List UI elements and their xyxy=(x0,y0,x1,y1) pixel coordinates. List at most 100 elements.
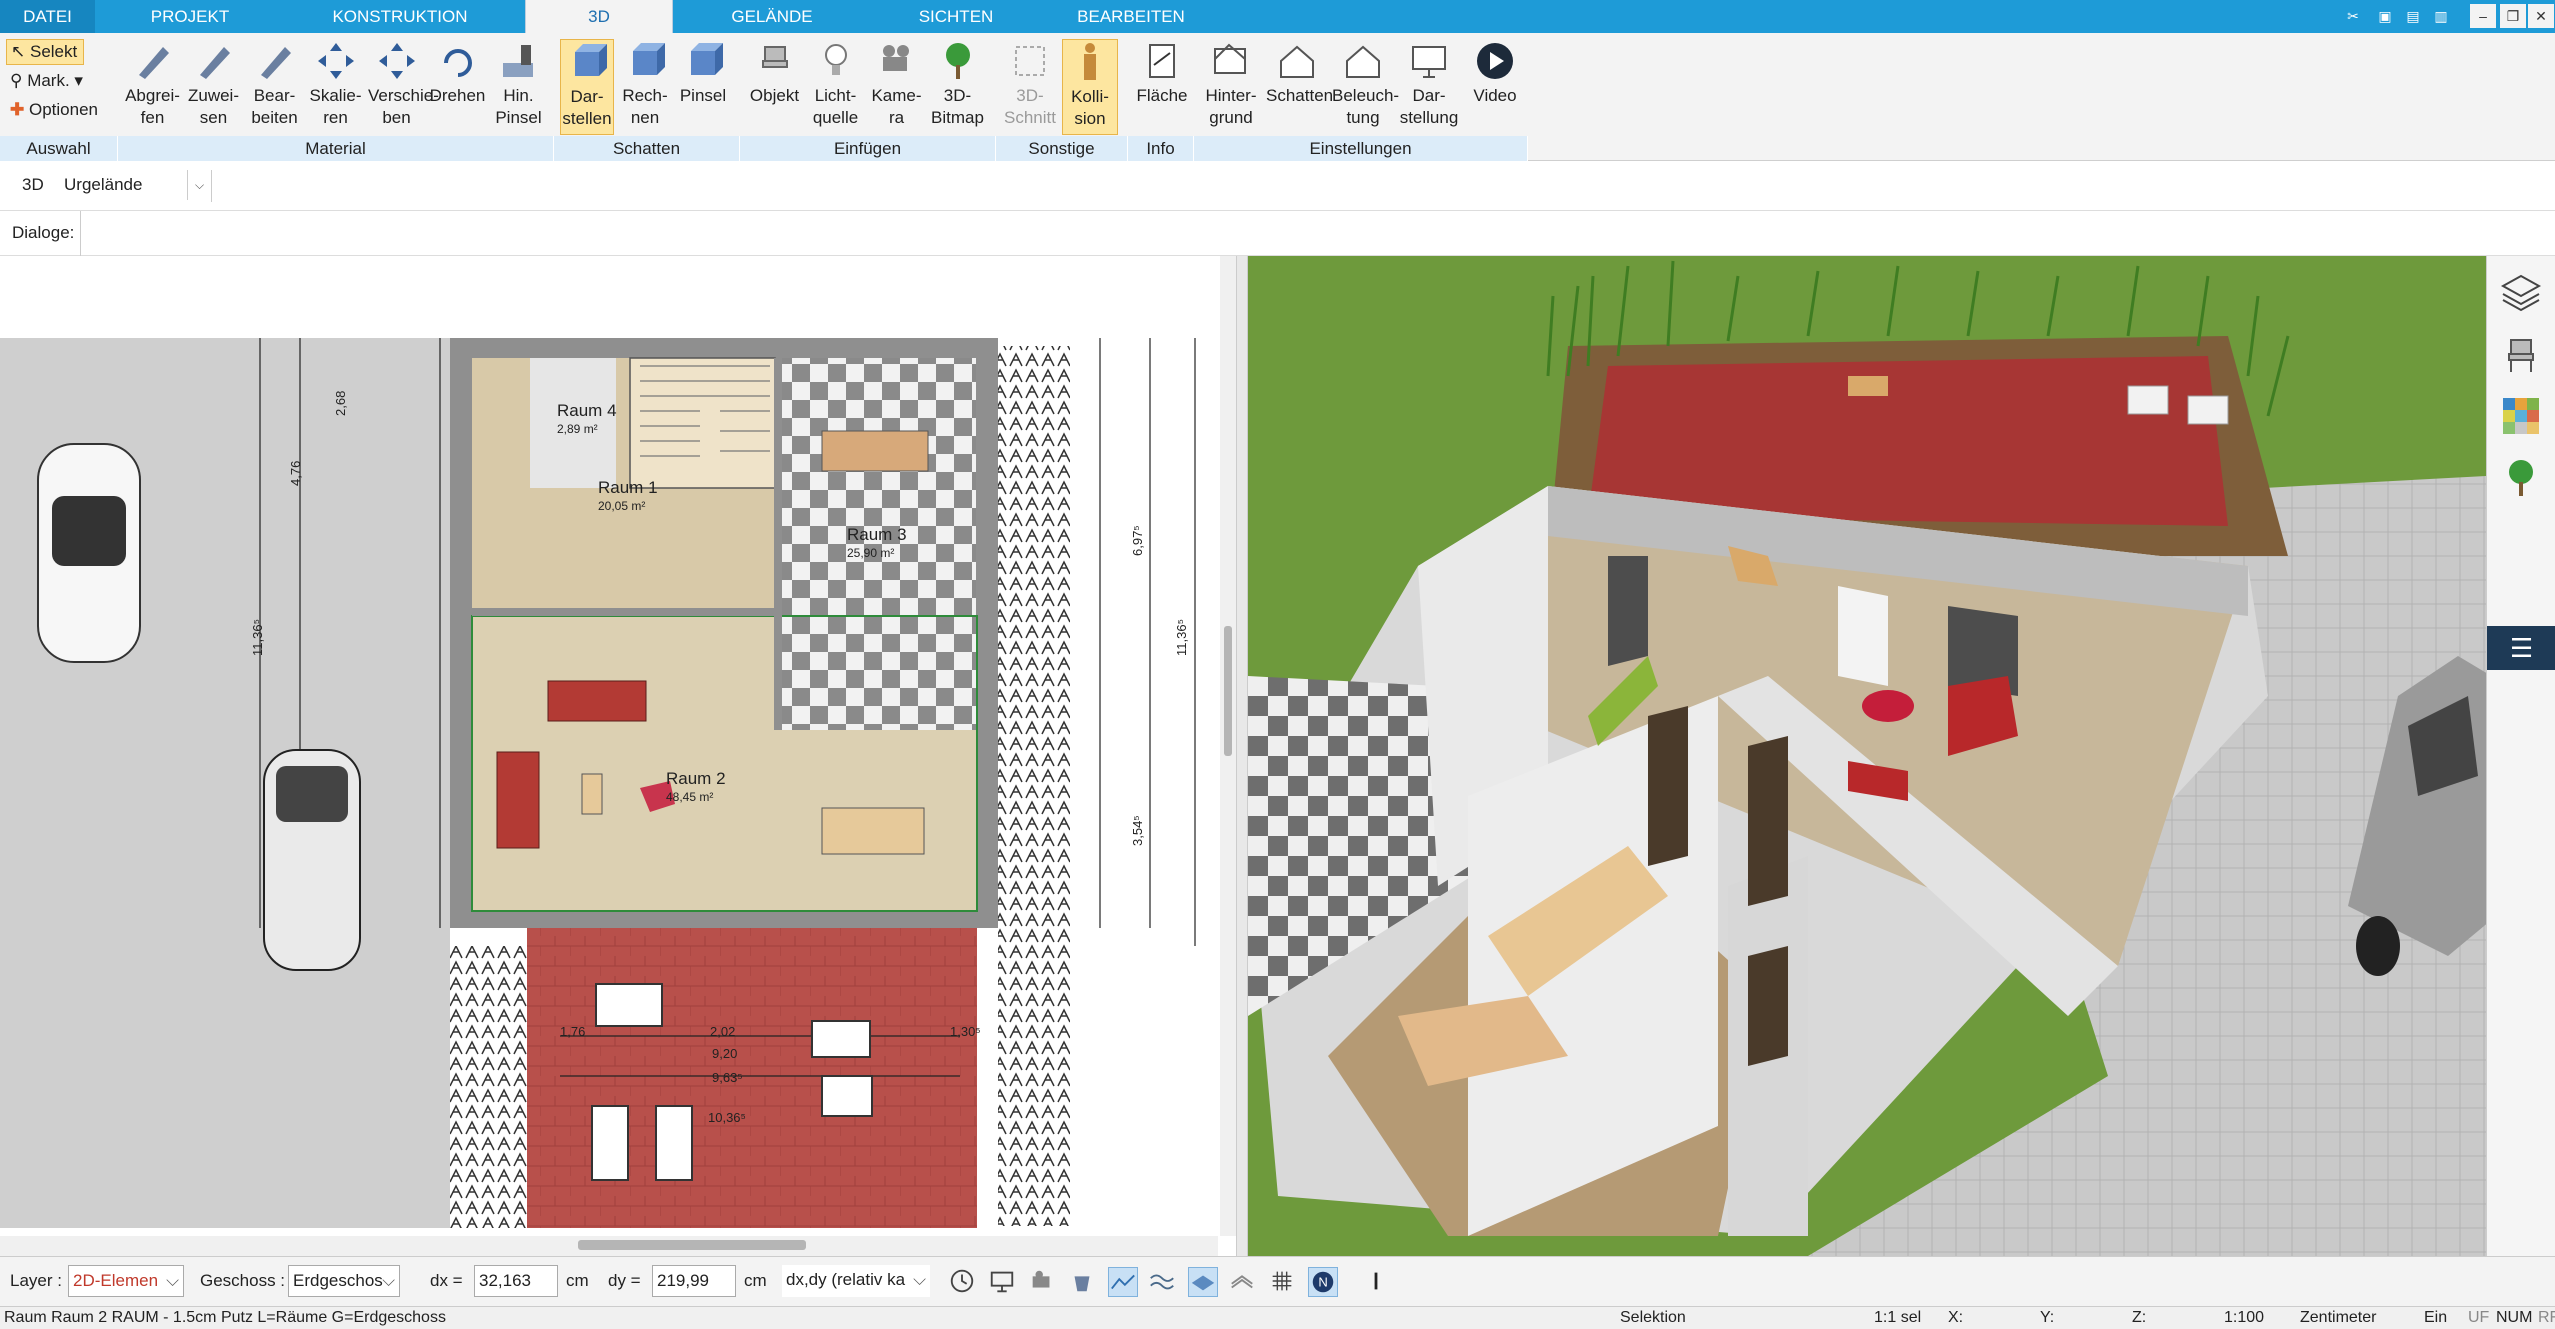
optionen-button[interactable]: ✚ Optionen xyxy=(10,97,98,123)
selekt-button[interactable]: ↖ Selekt xyxy=(6,39,84,65)
dimension-label: 9,63⁵ xyxy=(712,1070,743,1085)
scrollbar-thumb[interactable] xyxy=(578,1240,806,1250)
selekt-label: Selekt xyxy=(29,42,78,61)
dialog-bar: Dialoge: xyxy=(0,211,2555,256)
svg-text:N: N xyxy=(1318,1275,1327,1290)
package-icon[interactable]: ▣ xyxy=(2372,4,2398,28)
bearbeiten-button[interactable]: Bear-beiten xyxy=(246,39,303,135)
tools-icon[interactable]: ✂ xyxy=(2340,4,2366,28)
zuweisen-button[interactable]: Zuwei-sen xyxy=(185,39,242,135)
inner-wall xyxy=(472,608,777,616)
verschieben-button[interactable]: Verschie-ben xyxy=(368,39,439,135)
view-mode-label: 3D xyxy=(22,175,44,194)
house-icon xyxy=(1346,45,1380,78)
kamera-button[interactable]: Kame-ra xyxy=(868,39,925,135)
beleuchtung-button[interactable]: Beleuch-tung xyxy=(1332,39,1400,135)
hin-pinsel-button[interactable]: Hin. Pinsel xyxy=(490,39,547,135)
rechnen-button[interactable]: Rech-nen xyxy=(618,39,672,135)
chair-icon[interactable] xyxy=(2499,332,2543,376)
north-icon[interactable]: N xyxy=(1308,1267,1338,1297)
pen-icon xyxy=(199,47,230,79)
hatch-icon[interactable] xyxy=(1228,1267,1258,1297)
button-label: Beleuch- xyxy=(1332,86,1400,105)
restore-button[interactable]: ❐ xyxy=(2500,4,2526,28)
minimize-button[interactable]: – xyxy=(2470,4,2496,28)
menu-bar: DATEI PROJEKT KONSTRUKTION 3D GELÄNDE SI… xyxy=(0,0,2555,33)
terrain-select[interactable]: Urgelände ⌵ xyxy=(56,170,212,202)
group-label-schatten: Schatten xyxy=(554,136,740,161)
close-button[interactable]: ✕ xyxy=(2528,4,2554,28)
tab-bearbeiten[interactable]: BEARBEITEN xyxy=(1041,0,1221,33)
status-uf: UF xyxy=(2468,1309,2490,1326)
plane-icon[interactable] xyxy=(1188,1267,1218,1297)
objekt-button[interactable]: Objekt xyxy=(746,39,803,135)
lichtquelle-button[interactable]: Licht-quelle xyxy=(807,39,864,135)
tree-icon[interactable] xyxy=(2499,456,2543,500)
cursor-icon: ↖ xyxy=(11,42,26,61)
materials-icon[interactable] xyxy=(2499,394,2543,438)
coord-mode-select[interactable]: dx,dy (relativ ka ⌵ xyxy=(782,1265,930,1297)
terrace xyxy=(527,928,977,1228)
bottom-toolbar: Layer : 2D-Elemen ⌵ Geschoss : Erdgeschos… xyxy=(0,1256,2555,1306)
save-icon[interactable]: ▥ xyxy=(2428,4,2454,28)
3d-schnitt-button[interactable]: 3D- Schnitt xyxy=(1002,39,1058,135)
camera-icon[interactable] xyxy=(1028,1267,1058,1297)
geschoss-label: Geschoss : xyxy=(200,1271,286,1290)
dy-input[interactable]: 219,99 xyxy=(652,1265,736,1297)
button-label: Drehen xyxy=(429,86,486,105)
schatten-pinsel-button[interactable]: Pinsel xyxy=(676,39,730,135)
3d-canvas[interactable] xyxy=(1248,256,2486,1256)
dx-value: 32,163 xyxy=(479,1271,531,1290)
button-label: beiten xyxy=(251,108,298,127)
print-icon[interactable]: ▤ xyxy=(2400,4,2426,28)
room-label: Raum 1 xyxy=(598,478,658,497)
waves-icon[interactable] xyxy=(1148,1267,1178,1297)
mark-button[interactable]: ⚲ Mark. ▾ xyxy=(10,69,83,93)
bucket-icon[interactable] xyxy=(1068,1267,1098,1297)
skalieren-button[interactable]: Skalie-ren xyxy=(307,39,364,135)
dimension-label: 2,02 xyxy=(710,1024,735,1039)
button-label: Objekt xyxy=(749,86,800,105)
floor-plan-view[interactable]: Raum 4 2,89 m² Raum 1 20,05 m² Raum 3 25… xyxy=(0,256,1236,1256)
abgreifen-button[interactable]: Abgrei-fen xyxy=(124,39,181,135)
floor-plan-canvas[interactable]: Raum 4 2,89 m² Raum 1 20,05 m² Raum 3 25… xyxy=(0,256,1236,1256)
3d-view[interactable] xyxy=(1248,256,2486,1256)
plus-icon: ✚ xyxy=(10,100,25,119)
chevron-down-icon: ⌵ xyxy=(166,1271,179,1290)
video-button[interactable]: Video xyxy=(1464,39,1526,135)
button-label: 3D- xyxy=(943,86,972,105)
flaeche-button[interactable]: Fläche xyxy=(1134,39,1190,135)
dx-input[interactable]: 32,163 xyxy=(474,1265,558,1297)
kollision-button[interactable]: Kolli-sion xyxy=(1062,39,1118,135)
3d-bitmap-button[interactable]: 3D- Bitmap xyxy=(929,39,986,135)
tab-3d[interactable]: 3D xyxy=(525,0,673,33)
darstellen-button[interactable]: Dar-stellen xyxy=(560,39,614,135)
tab-sichten[interactable]: SICHTEN xyxy=(871,0,1041,33)
dx-unit: cm xyxy=(566,1271,589,1290)
button-label: Schnitt xyxy=(1004,108,1056,127)
terrain-value: Urgelände xyxy=(64,175,143,194)
menu-icon[interactable]: ☰ xyxy=(2487,626,2555,670)
tab-gelaende[interactable]: GELÄNDE xyxy=(673,0,871,33)
pane-splitter[interactable] xyxy=(1236,256,1248,1256)
tab-datei[interactable]: DATEI xyxy=(0,0,95,33)
layers-icon[interactable] xyxy=(2499,270,2543,314)
einst-schatten-button[interactable]: Schatten xyxy=(1266,39,1333,135)
hintergrund-button[interactable]: Hinter-grund xyxy=(1200,39,1262,135)
darstellung-button[interactable]: Dar-stellung xyxy=(1398,39,1460,135)
clock-icon[interactable] xyxy=(948,1267,978,1297)
status-unit: Zentimeter xyxy=(2300,1309,2377,1326)
grid-icon[interactable] xyxy=(1268,1267,1298,1297)
geschoss-select[interactable]: Erdgeschos ⌵ xyxy=(288,1265,400,1297)
drehen-button[interactable]: Drehen xyxy=(429,39,486,135)
monitor-icon[interactable] xyxy=(988,1267,1018,1297)
terrain-icon[interactable] xyxy=(1108,1267,1138,1297)
layer-select[interactable]: 2D-Elemen ⌵ xyxy=(68,1265,184,1297)
more-icon[interactable] xyxy=(1368,1267,1384,1297)
room-label: Raum 3 xyxy=(847,525,907,544)
button-label: stellen xyxy=(562,109,612,128)
scrollbar-thumb[interactable] xyxy=(1224,626,1232,756)
tab-konstruktion[interactable]: KONSTRUKTION xyxy=(285,0,515,33)
house-icon xyxy=(1280,45,1314,78)
tab-projekt[interactable]: PROJEKT xyxy=(95,0,285,33)
